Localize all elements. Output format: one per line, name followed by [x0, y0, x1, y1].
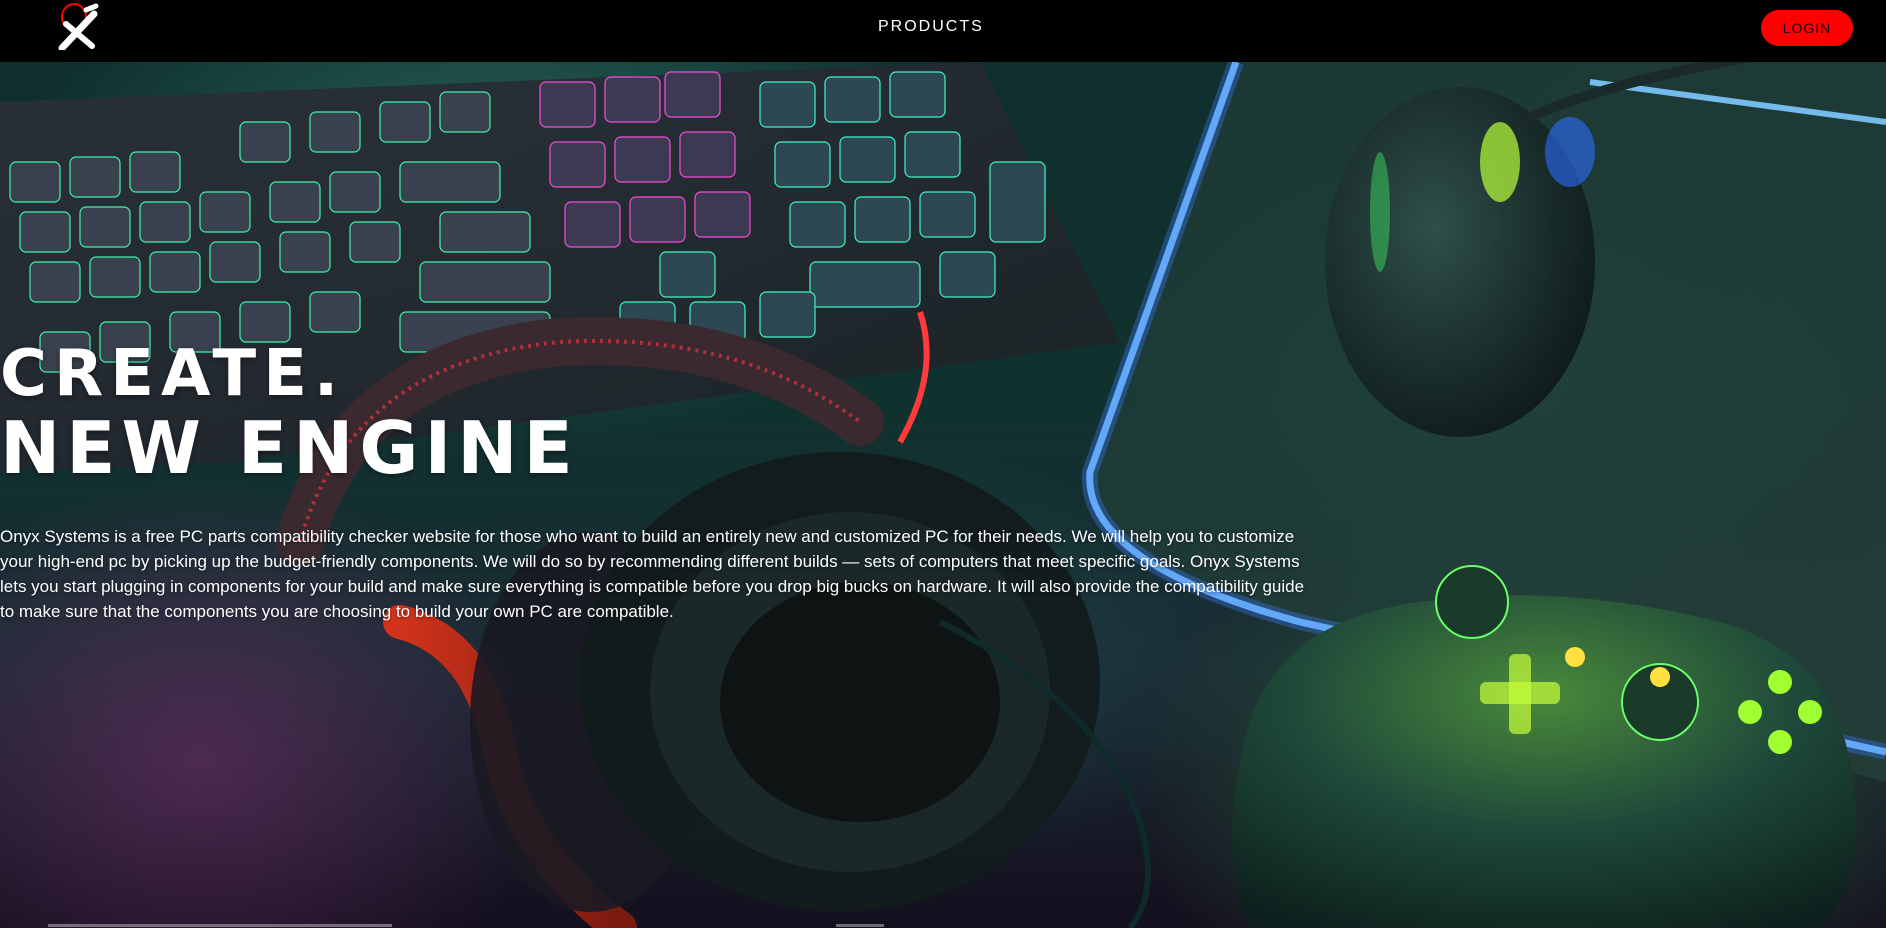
headline-line-new-engine: NEW ENGINE	[0, 406, 579, 490]
logo-icon[interactable]	[56, 2, 102, 52]
scroll-indicator-secondary	[836, 924, 884, 927]
scroll-indicator	[48, 924, 392, 927]
nav-products-link[interactable]: PRODUCTS	[878, 18, 984, 36]
hero-background-image	[0, 62, 1886, 928]
hero-section: CREATE. NEW ENGINE Onyx Systems is a fre…	[0, 62, 1886, 928]
hero-description: Onyx Systems is a free PC parts compatib…	[0, 527, 1305, 621]
top-navbar: PRODUCTS LOGIN	[0, 0, 1886, 62]
page: PRODUCTS LOGIN CREATE. NEW ENGINE Onyx S…	[0, 0, 1886, 928]
login-button[interactable]: LOGIN	[1761, 10, 1853, 46]
headline-line-create: CREATE.	[0, 337, 346, 411]
hero-headline-block: CREATE. NEW ENGINE	[0, 338, 579, 486]
hero-headline: CREATE. NEW ENGINE	[0, 338, 579, 486]
